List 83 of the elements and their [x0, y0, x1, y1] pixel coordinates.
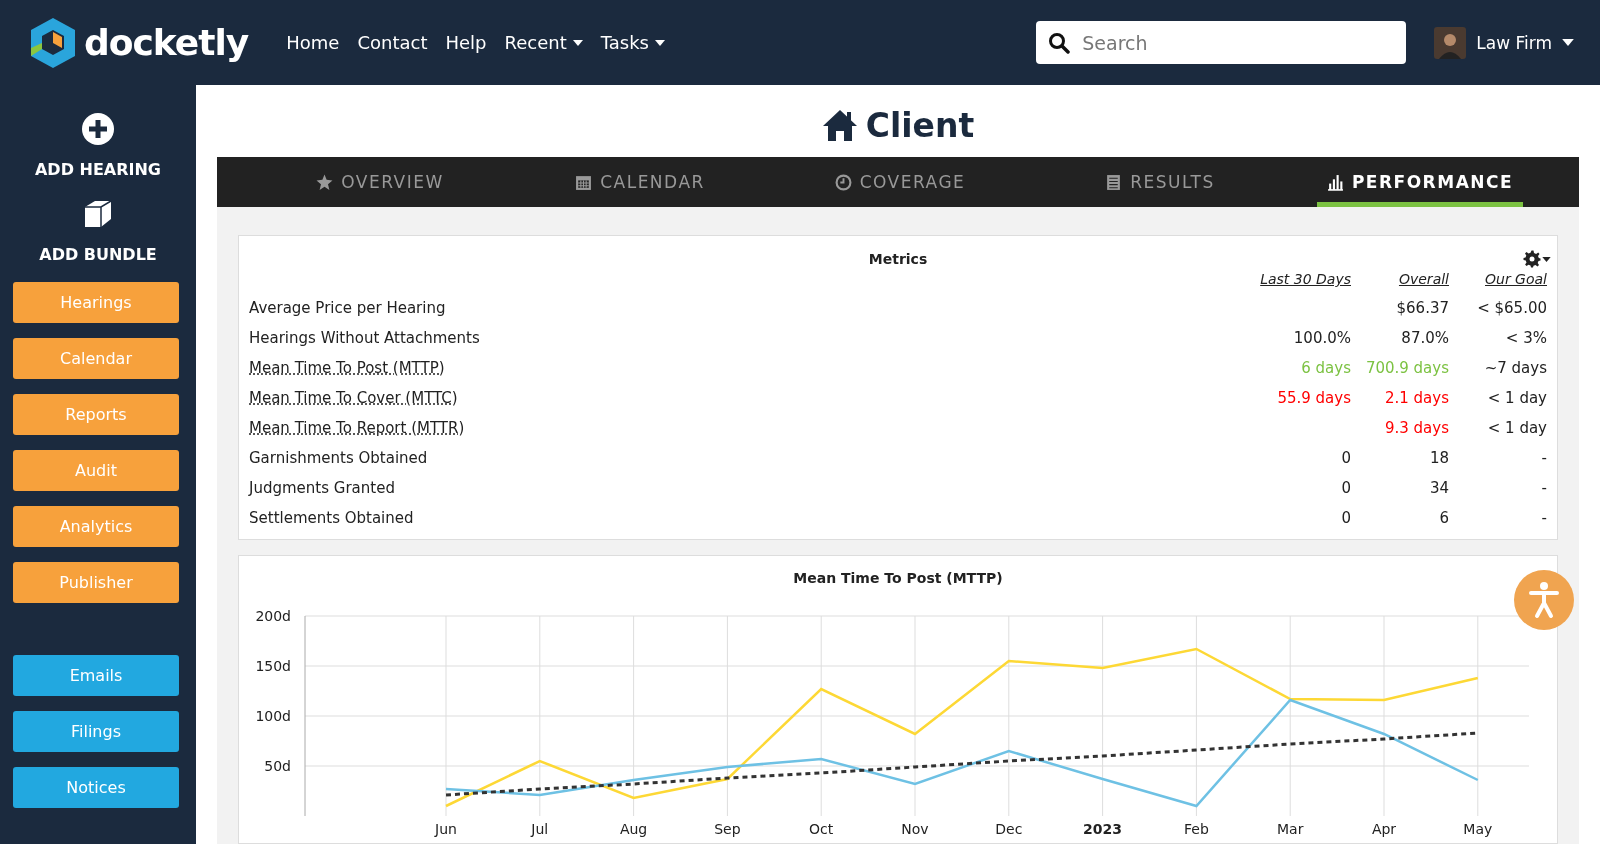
metric-label: Judgments Granted	[249, 479, 395, 497]
column-header[interactable]: Overall	[1398, 271, 1449, 287]
clock-icon	[834, 173, 852, 191]
card-title: Metrics	[868, 251, 928, 267]
person-icon	[1529, 581, 1559, 619]
column-header[interactable]: Last 30 Days	[1260, 271, 1351, 287]
tab[interactable]: COVERAGE	[826, 157, 974, 207]
metric-value: $66.37	[1396, 299, 1449, 317]
nav-link[interactable]: Contact	[357, 32, 428, 53]
metric-value: < $65.00	[1477, 299, 1547, 317]
axis-label: May	[1463, 821, 1493, 837]
calendar-icon	[575, 173, 593, 191]
axis-label: 150d	[255, 658, 291, 674]
metric-label: Garnishments Obtained	[249, 449, 428, 467]
nav-link[interactable]: Home	[286, 32, 340, 53]
list-icon	[1105, 173, 1123, 191]
metric-link[interactable]: Mean Time To Report (MTTR)	[249, 419, 465, 437]
tab[interactable]: CALENDAR	[567, 157, 713, 207]
sidebar-action[interactable]: ADD BUNDLE	[39, 245, 157, 264]
settings-button[interactable]	[1523, 250, 1551, 268]
metric-value: < 1 day	[1487, 389, 1547, 407]
nav-link[interactable]: Help	[445, 32, 487, 53]
metric-value: 6 days	[1301, 359, 1351, 377]
search-bar[interactable]: Search	[1036, 21, 1407, 64]
page-title: Client	[865, 105, 975, 145]
metric-value: 34	[1429, 479, 1449, 497]
column-header[interactable]: Our Goal	[1485, 271, 1547, 287]
brand-name[interactable]: docketly	[84, 22, 249, 63]
nav-link[interactable]: Recent	[504, 32, 583, 53]
metric-value: 9.3 days	[1384, 419, 1449, 437]
metric-value: -	[1541, 479, 1547, 497]
sidebar-action[interactable]: ADD HEARING	[35, 160, 161, 179]
star-icon	[316, 173, 334, 191]
metric-value: -	[1541, 449, 1547, 467]
metric-value: 100.0%	[1293, 329, 1351, 347]
axis-label: Nov	[901, 821, 929, 837]
axis-label: 2023	[1083, 821, 1123, 837]
axis-label: 200d	[255, 608, 291, 624]
metric-link[interactable]: Mean Time To Cover (MTTC)	[249, 389, 458, 407]
axis-label: Mar	[1277, 821, 1304, 837]
chart-title: Mean Time To Post (MTTP)	[792, 569, 1004, 586]
avatar	[1434, 26, 1467, 59]
user-menu[interactable]: Law Firm	[1434, 26, 1574, 59]
caret-icon	[1562, 39, 1574, 46]
metric-value: ~7 days	[1484, 359, 1547, 377]
metric-value: 55.9 days	[1277, 389, 1351, 407]
axis-label: 50d	[264, 758, 291, 774]
house-icon	[821, 108, 858, 142]
metric-value: 18	[1429, 449, 1449, 467]
metric-value: 87.0%	[1401, 329, 1449, 347]
metric-value: 700.9 days	[1365, 359, 1449, 377]
metric-value: -	[1541, 509, 1547, 527]
tab[interactable]: OVERVIEW	[308, 157, 452, 207]
metric-value: 6	[1439, 509, 1449, 527]
metric-value: < 3%	[1505, 329, 1547, 347]
axis-label: Jul	[531, 821, 549, 837]
axis-label: Oct	[809, 821, 834, 837]
metric-label: Average Price per Hearing	[249, 299, 446, 317]
caret-icon	[1542, 256, 1551, 262]
search-icon	[1048, 31, 1071, 54]
metric-value: 0	[1341, 449, 1351, 467]
caret-icon	[572, 39, 583, 46]
logo-icon	[28, 15, 78, 70]
metric-value: 0	[1341, 479, 1351, 497]
metric-label: Hearings Without Attachments	[249, 329, 480, 347]
axis-label: Jun	[435, 821, 457, 837]
tab[interactable]: RESULTS	[1097, 157, 1223, 207]
nav-link[interactable]: Tasks	[600, 32, 665, 53]
axis-label: Sep	[714, 821, 741, 837]
axis-label: 100d	[255, 708, 291, 724]
settings-icon	[1523, 250, 1541, 268]
metric-value: < 1 day	[1487, 419, 1547, 437]
axis-label: Dec	[995, 821, 1023, 837]
bar-chart-icon	[1326, 173, 1344, 191]
metric-link[interactable]: Mean Time To Post (MTTP)	[249, 359, 445, 377]
plus-circle-icon	[81, 112, 115, 146]
caret-icon	[654, 39, 665, 46]
axis-label: Aug	[619, 821, 648, 837]
metric-value: 2.1 days	[1384, 389, 1449, 407]
axis-label: Feb	[1184, 821, 1209, 837]
metric-label: Settlements Obtained	[249, 509, 414, 527]
metric-value: 0	[1341, 509, 1351, 527]
axis-label: Apr	[1371, 821, 1397, 837]
